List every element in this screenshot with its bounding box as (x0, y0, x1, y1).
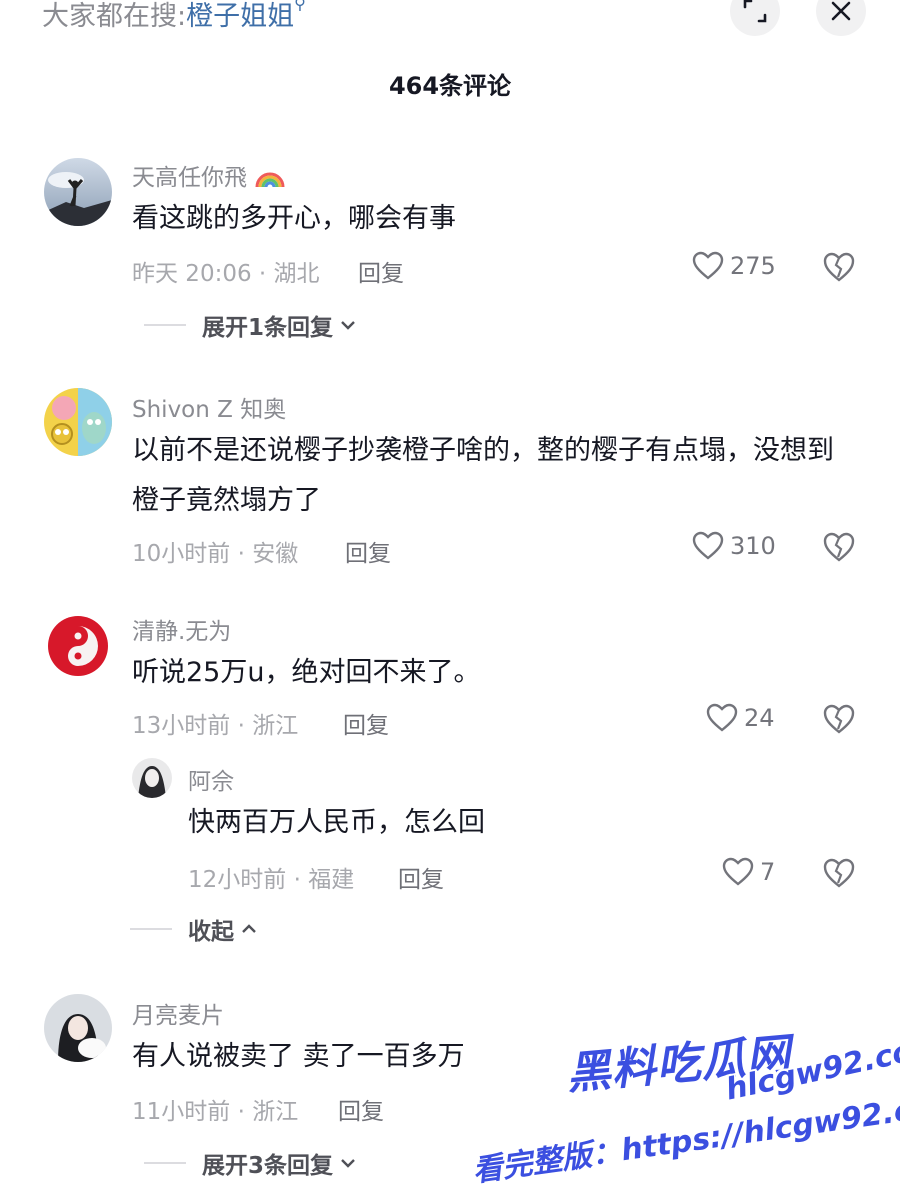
search-suggestion[interactable]: 大家都在搜:橙子姐姐⚲ (42, 0, 306, 33)
dislike-button[interactable] (822, 857, 856, 893)
comment-username[interactable]: 天高任你飛 (132, 158, 286, 192)
reply-text: 快两百万人民币，怎么回 (188, 807, 485, 838)
heart-icon (692, 531, 724, 560)
expand-fullscreen-button[interactable] (730, 0, 780, 36)
chevron-down-icon (341, 1159, 355, 1168)
like-button[interactable]: 310 (692, 531, 776, 561)
like-count: 7 (760, 858, 776, 886)
comment-meta: 10小时前 · 安徽 (132, 541, 299, 567)
divider (144, 1162, 186, 1164)
search-suggestion-keyword[interactable]: 橙子姐姐 (186, 1, 294, 32)
reply-meta: 12小时前 · 福建 (188, 867, 355, 893)
like-button[interactable]: 7 (722, 857, 775, 887)
comment-meta: 13小时前 · 浙江 (132, 713, 299, 739)
collapse-replies-button[interactable]: 收起 (130, 912, 258, 946)
close-button[interactable] (816, 0, 866, 36)
divider (144, 324, 186, 326)
broken-heart-icon (823, 252, 855, 282)
like-count: 275 (730, 252, 776, 280)
like-count: 24 (744, 704, 775, 732)
heart-icon (706, 703, 738, 732)
like-button[interactable]: 275 (692, 251, 776, 281)
comment-username[interactable]: 清静.无为 (132, 612, 231, 646)
expand-replies-button[interactable]: 展开3条回复 (144, 1146, 357, 1180)
search-icon: ⚲ (294, 0, 306, 13)
comment-username[interactable]: Shivon Z 知奥 (132, 390, 286, 424)
avatar[interactable] (132, 758, 172, 798)
watermark-full-version-link: 看完整版：https://hlcgw92.com (470, 1085, 900, 1190)
avatar[interactable] (44, 158, 112, 226)
comment-count-title: 464条评论 (388, 72, 512, 100)
reply-button[interactable]: 回复 (398, 860, 444, 894)
avatar[interactable] (44, 994, 112, 1062)
dislike-button[interactable] (822, 251, 856, 287)
reply-button[interactable]: 回复 (343, 706, 389, 740)
broken-heart-icon (823, 858, 855, 888)
rainbow-icon (255, 172, 285, 188)
dislike-button[interactable] (822, 703, 856, 739)
reply-button[interactable]: 回复 (338, 1092, 384, 1126)
avatar[interactable] (44, 388, 112, 456)
broken-heart-icon (823, 704, 855, 734)
close-icon (831, 1, 851, 21)
comment-username[interactable]: 月亮麦片 (132, 996, 224, 1030)
divider (130, 928, 172, 930)
avatar[interactable] (44, 612, 112, 680)
broken-heart-icon (823, 532, 855, 562)
comment-meta: 11小时前 · 浙江 (132, 1099, 299, 1125)
heart-icon (722, 857, 754, 886)
reply-button[interactable]: 回复 (358, 254, 404, 288)
chevron-down-icon (341, 321, 355, 330)
like-button[interactable]: 24 (706, 703, 775, 733)
heart-icon (692, 251, 724, 280)
comment-text: 看这跳的多开心，哪会有事 (132, 203, 456, 234)
chevron-up-icon (242, 924, 256, 933)
comment-text: 以前不是还说樱子抄袭橙子啥的，整的樱子有点塌，没想到橙子竟然塌方了 (132, 435, 834, 516)
reply-button[interactable]: 回复 (345, 534, 391, 568)
comment-text: 听说25万u，绝对回不来了。 (132, 657, 481, 688)
reply-username[interactable]: 阿佘 (188, 762, 234, 796)
expand-replies-button[interactable]: 展开1条回复 (144, 308, 357, 342)
dislike-button[interactable] (822, 531, 856, 567)
search-suggestion-prefix: 大家都在搜: (42, 1, 187, 32)
comment-meta: 昨天 20:06 · 湖北 (132, 261, 320, 287)
expand-icon (743, 0, 767, 23)
like-count: 310 (730, 532, 776, 560)
